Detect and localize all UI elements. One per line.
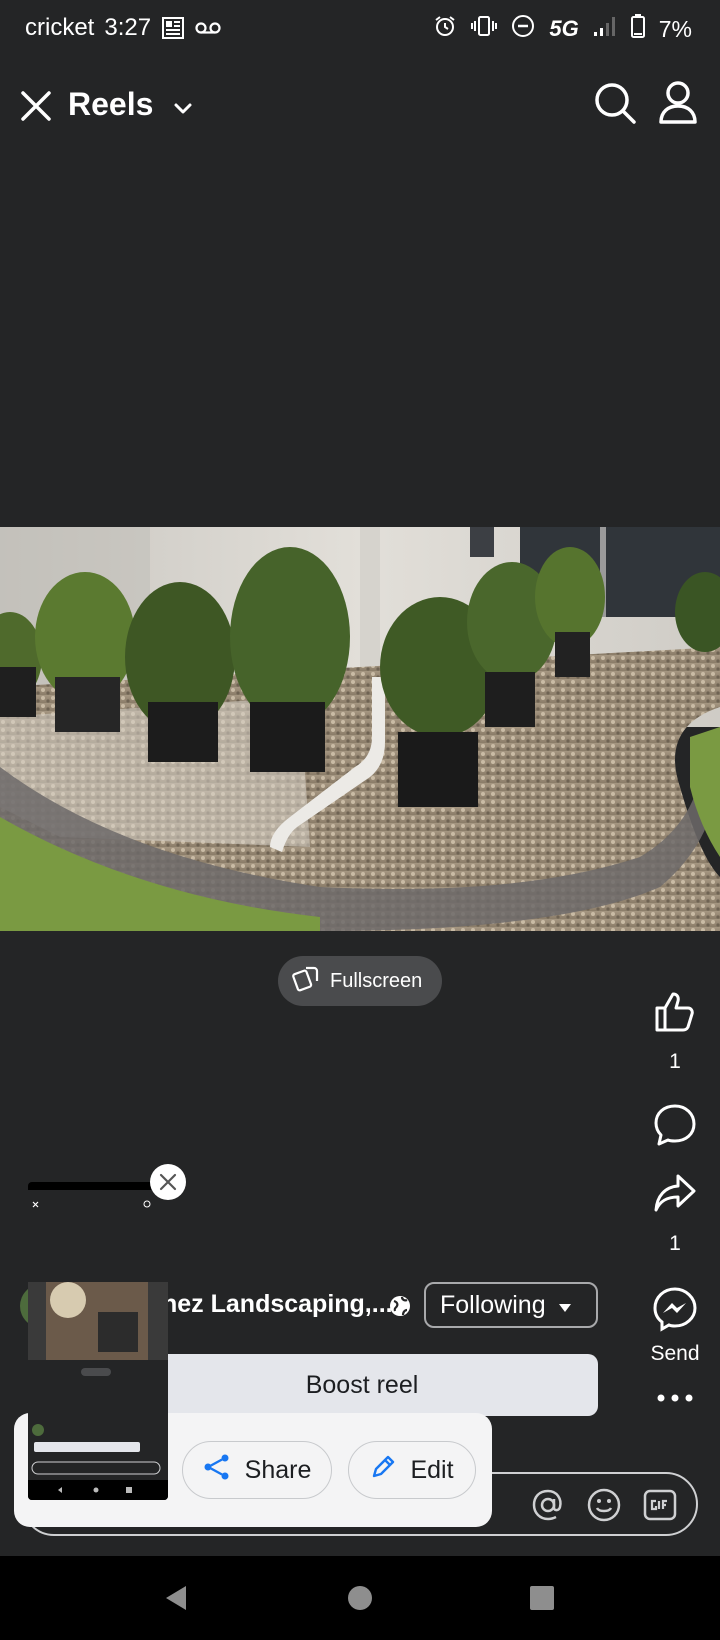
reel-video[interactable] (0, 527, 720, 931)
messenger-icon (653, 1287, 697, 1332)
share-arrow-icon (654, 1174, 696, 1212)
screenshot-thumbnail[interactable] (28, 1182, 168, 1500)
signal-icon (593, 15, 617, 43)
gif-icon[interactable] (642, 1487, 678, 1523)
close-icon[interactable] (18, 88, 54, 124)
emoji-icon[interactable] (586, 1487, 622, 1523)
chevron-down-icon[interactable] (172, 98, 194, 120)
boost-reel-button[interactable]: Boost reel (126, 1354, 598, 1416)
clock: 3:27 (104, 14, 152, 41)
comment-button[interactable] (640, 1102, 710, 1148)
edit-label: Edit (410, 1455, 454, 1484)
landscaping-photo (0, 527, 720, 931)
thumbnail-preview (28, 1182, 168, 1500)
carrier-label: cricket (25, 14, 95, 41)
comment-icon (654, 1104, 696, 1146)
thumbs-up-icon (655, 992, 694, 1032)
thumbnail-close-button[interactable] (150, 1164, 186, 1200)
fullscreen-button[interactable]: Fullscreen (278, 956, 442, 1006)
send-button[interactable] (640, 1286, 710, 1332)
pencil-icon (370, 1454, 396, 1487)
alarm-icon (433, 14, 457, 44)
profile-icon[interactable] (656, 80, 700, 126)
share-button[interactable]: Share (182, 1441, 332, 1499)
boost-label: Boost reel (305, 1370, 419, 1399)
do-not-disturb-icon (511, 14, 535, 44)
back-icon[interactable] (158, 1578, 198, 1618)
send-label: Send (650, 1342, 700, 1365)
news-icon (161, 16, 185, 40)
following-label: Following (440, 1290, 546, 1319)
status-bar: cricket 3:27 5G 7% (0, 0, 720, 56)
author-name[interactable]: nez Landscaping,... (162, 1290, 393, 1319)
fullscreen-label: Fullscreen (330, 969, 423, 992)
page-title[interactable]: Reels (68, 86, 153, 123)
network-type: 5G (549, 16, 579, 41)
system-nav-bar (0, 1556, 720, 1640)
reels-header: Reels (0, 80, 720, 136)
home-icon[interactable] (340, 1578, 380, 1618)
more-button[interactable] (640, 1392, 710, 1404)
mention-icon[interactable] (530, 1487, 566, 1523)
globe-icon (388, 1294, 412, 1318)
search-icon[interactable] (592, 80, 638, 126)
like-count: 1 (669, 1050, 681, 1073)
caret-down-icon (558, 1291, 572, 1320)
recents-icon[interactable] (522, 1578, 562, 1618)
following-button[interactable]: Following (424, 1282, 598, 1328)
battery-percent: 7% (658, 15, 692, 42)
vibrate-icon (471, 15, 498, 43)
battery-icon (630, 14, 645, 44)
share-action-button[interactable] (640, 1170, 710, 1216)
fullscreen-icon (292, 964, 320, 998)
more-dots-icon (657, 1394, 693, 1402)
like-button[interactable] (640, 988, 710, 1036)
edit-button[interactable]: Edit (348, 1441, 476, 1499)
close-icon (159, 1173, 177, 1191)
share-count: 1 (669, 1232, 681, 1255)
share-label: Share (244, 1455, 312, 1484)
share-icon (203, 1453, 231, 1488)
voicemail-icon (195, 20, 221, 36)
